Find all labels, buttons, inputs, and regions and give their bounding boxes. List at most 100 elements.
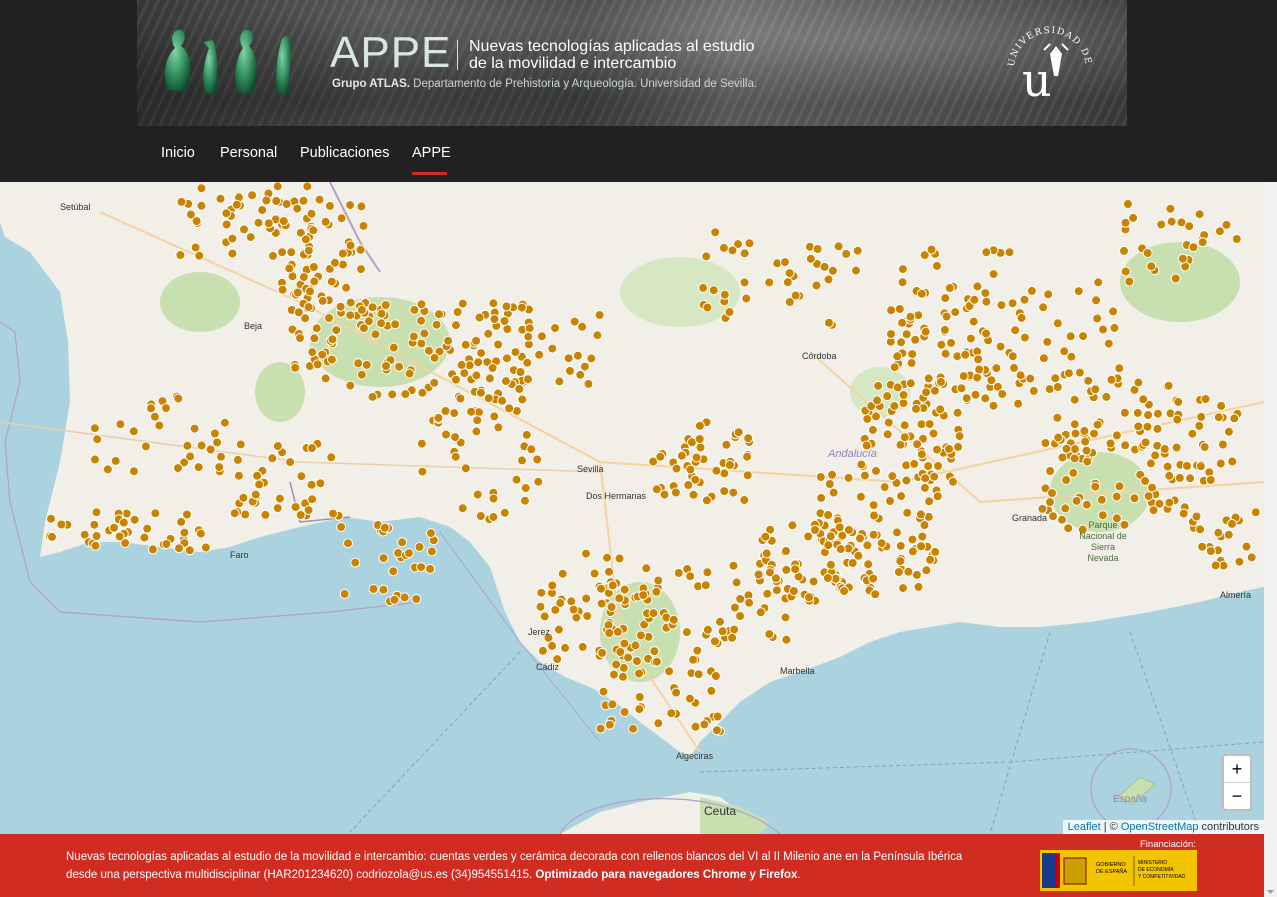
site-marker[interactable] (702, 567, 713, 578)
site-marker[interactable] (114, 531, 125, 542)
site-marker[interactable] (564, 365, 575, 376)
site-marker[interactable] (683, 480, 694, 490)
site-marker[interactable] (781, 634, 792, 645)
leaflet-link[interactable]: Leaflet (1068, 821, 1101, 833)
site-marker[interactable] (1119, 245, 1129, 256)
site-marker[interactable] (940, 293, 951, 304)
site-marker[interactable] (1241, 541, 1252, 552)
site-marker[interactable] (1040, 438, 1051, 448)
site-marker[interactable] (671, 687, 682, 698)
site-marker[interactable] (827, 265, 838, 276)
site-marker[interactable] (709, 636, 720, 647)
site-marker[interactable] (889, 362, 900, 373)
site-marker[interactable] (958, 371, 969, 382)
site-marker[interactable] (539, 611, 550, 622)
site-marker[interactable] (728, 487, 739, 498)
site-marker[interactable] (1177, 253, 1188, 264)
site-marker[interactable] (484, 373, 495, 384)
site-marker[interactable] (594, 310, 605, 320)
site-marker[interactable] (969, 294, 980, 305)
site-marker[interactable] (1246, 552, 1257, 563)
site-marker[interactable] (1221, 219, 1232, 230)
site-marker[interactable] (379, 522, 390, 533)
site-marker[interactable] (970, 389, 981, 400)
site-marker[interactable] (614, 593, 625, 604)
site-marker[interactable] (614, 553, 625, 564)
site-marker[interactable] (630, 640, 641, 651)
site-marker[interactable] (526, 444, 537, 455)
site-marker[interactable] (1004, 247, 1015, 258)
site-marker[interactable] (493, 422, 504, 433)
scroll-down-arrow-icon[interactable] (1267, 890, 1274, 894)
site-marker[interactable] (1013, 398, 1024, 409)
site-marker[interactable] (471, 426, 482, 437)
site-marker[interactable] (701, 495, 712, 506)
site-marker[interactable] (1152, 408, 1163, 419)
site-marker[interactable] (173, 463, 183, 474)
site-marker[interactable] (897, 317, 908, 328)
site-marker[interactable] (550, 323, 560, 333)
site-marker[interactable] (356, 304, 367, 315)
site-marker[interactable] (1057, 514, 1067, 525)
site-marker[interactable] (1159, 444, 1170, 454)
site-marker[interactable] (290, 502, 301, 512)
site-marker[interactable] (871, 465, 881, 476)
nav-item-inicio[interactable]: Inicio (161, 145, 195, 161)
site-marker[interactable] (497, 395, 508, 406)
site-marker[interactable] (239, 224, 249, 235)
site-marker[interactable] (784, 268, 795, 279)
site-marker[interactable] (729, 602, 740, 613)
site-marker[interactable] (455, 393, 466, 404)
site-marker[interactable] (780, 257, 790, 268)
site-marker[interactable] (899, 432, 910, 443)
site-marker[interactable] (460, 463, 471, 474)
site-marker[interactable] (1009, 362, 1019, 373)
site-marker[interactable] (762, 588, 773, 599)
site-marker[interactable] (89, 519, 100, 530)
site-marker[interactable] (1105, 438, 1116, 449)
site-marker[interactable] (1231, 234, 1242, 244)
site-marker[interactable] (868, 573, 879, 584)
site-marker[interactable] (252, 470, 263, 481)
site-marker[interactable] (896, 491, 907, 502)
site-marker[interactable] (568, 604, 579, 615)
site-marker[interactable] (607, 580, 618, 591)
site-marker[interactable] (90, 454, 100, 465)
site-marker[interactable] (935, 404, 946, 415)
site-marker[interactable] (868, 500, 879, 511)
site-marker[interactable] (227, 248, 238, 259)
site-marker[interactable] (277, 284, 288, 295)
site-marker[interactable] (314, 194, 325, 205)
site-marker[interactable] (557, 568, 568, 579)
site-marker[interactable] (743, 433, 754, 444)
site-marker[interactable] (118, 517, 129, 528)
site-marker[interactable] (939, 324, 950, 335)
site-marker[interactable] (129, 514, 140, 525)
site-marker[interactable] (956, 383, 967, 394)
site-marker[interactable] (906, 358, 917, 368)
site-marker[interactable] (450, 432, 461, 443)
site-marker[interactable] (886, 305, 897, 316)
site-marker[interactable] (907, 534, 918, 545)
site-marker[interactable] (1223, 426, 1234, 437)
site-marker[interactable] (161, 403, 171, 414)
site-marker[interactable] (128, 426, 139, 437)
site-marker[interactable] (919, 520, 930, 531)
site-marker[interactable] (523, 374, 533, 385)
site-marker[interactable] (659, 489, 670, 500)
site-marker[interactable] (586, 353, 597, 364)
site-marker[interactable] (1152, 423, 1163, 434)
site-marker[interactable] (517, 455, 527, 466)
site-marker[interactable] (847, 558, 858, 568)
site-marker[interactable] (356, 264, 366, 275)
openstreetmap-link[interactable]: OpenStreetMap (1121, 821, 1199, 833)
site-marker[interactable] (320, 216, 331, 227)
site-marker[interactable] (488, 512, 499, 522)
site-marker[interactable] (416, 562, 427, 573)
site-marker[interactable] (936, 339, 947, 350)
site-marker[interactable] (1200, 394, 1211, 404)
site-marker[interactable] (855, 533, 865, 544)
site-marker[interactable] (1025, 373, 1036, 384)
site-marker[interactable] (1052, 412, 1063, 423)
nav-item-personal[interactable]: Personal (220, 145, 277, 161)
